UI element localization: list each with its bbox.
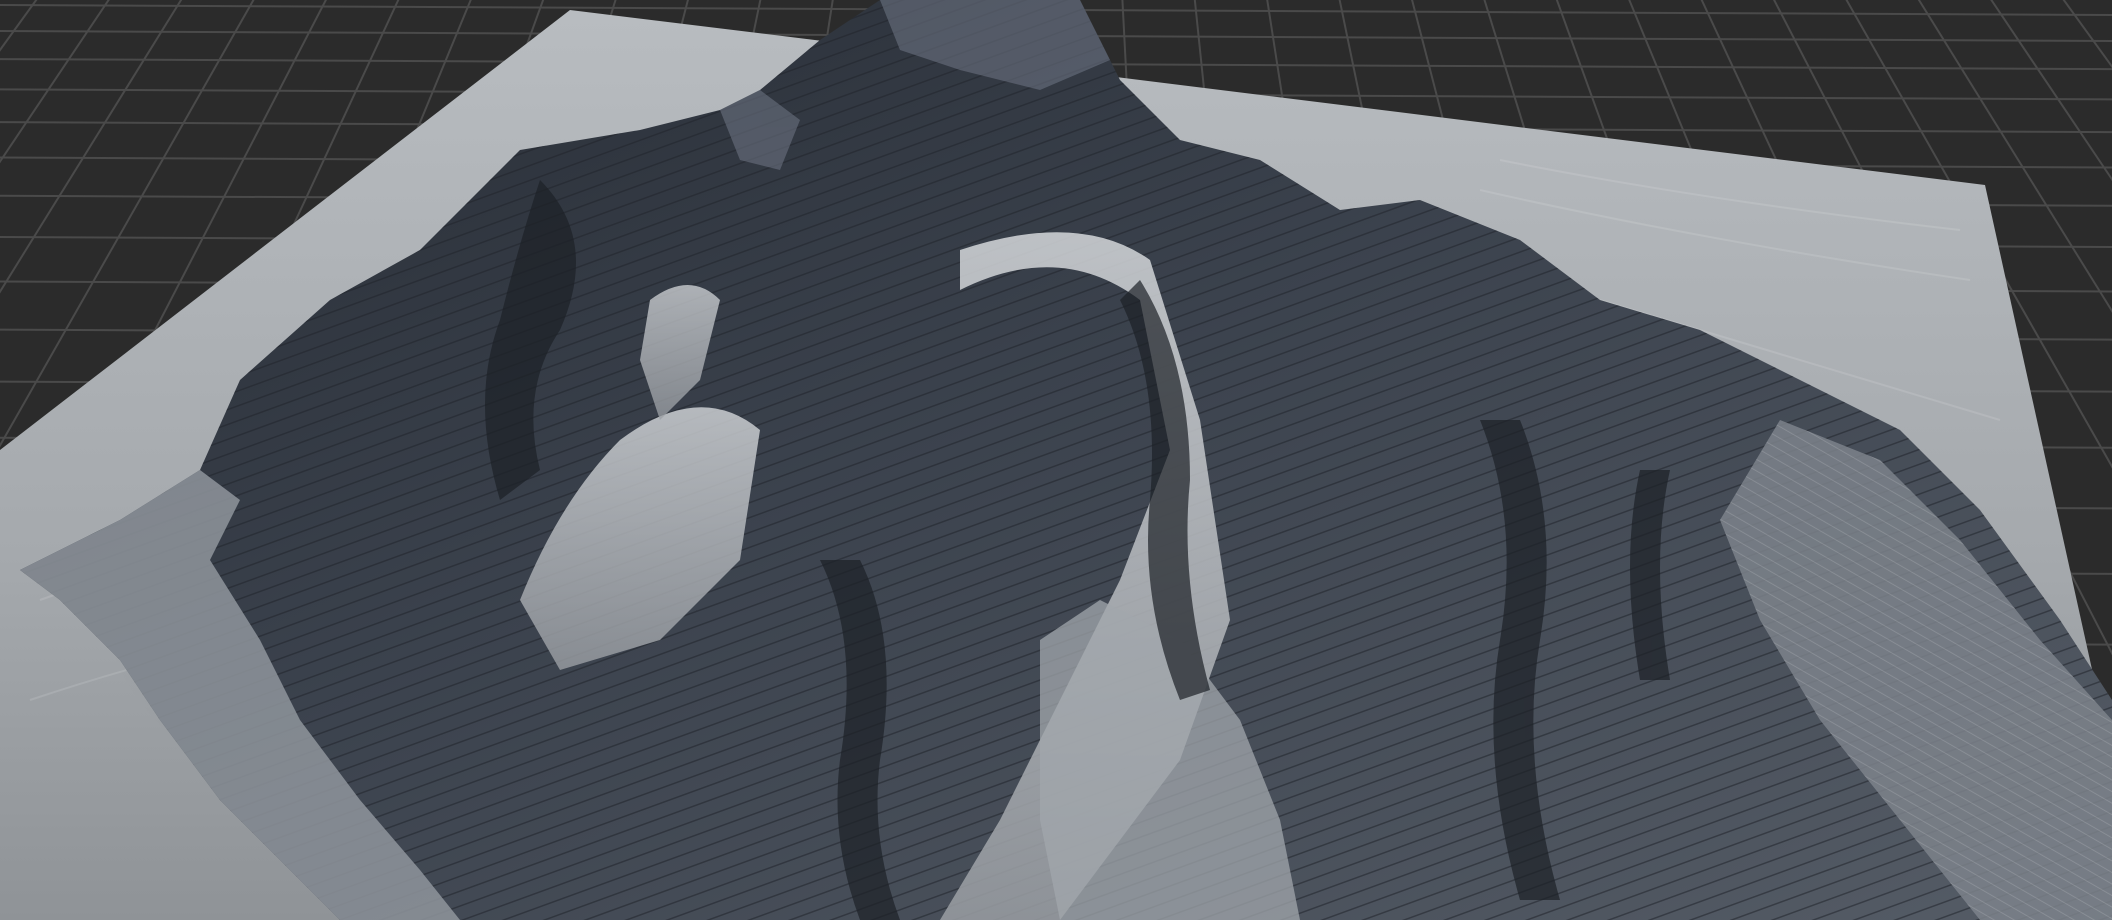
3d-viewport[interactable] (0, 0, 2112, 920)
viewport-scene[interactable] (0, 0, 2112, 920)
